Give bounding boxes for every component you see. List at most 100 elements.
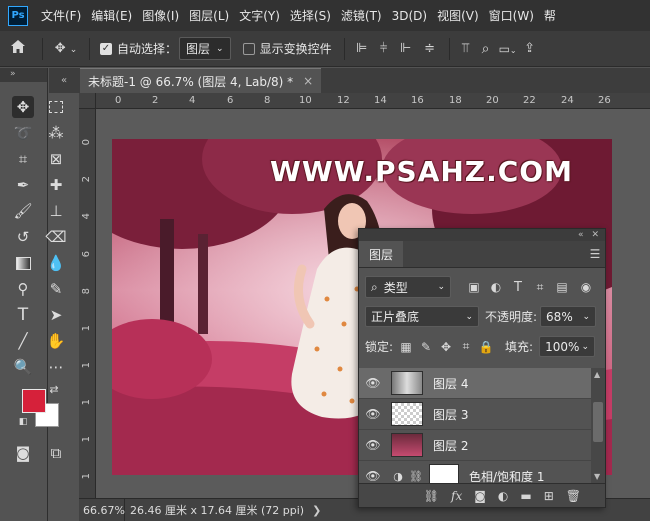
eye-icon[interactable]: 👁 [359, 376, 387, 390]
search-icon[interactable]: ⌕ [476, 41, 496, 57]
zoom-level[interactable]: 66.67% [79, 499, 125, 521]
align-top-icon[interactable]: ⫪ [456, 41, 476, 56]
history-brush-tool-icon[interactable]: ↺ [12, 226, 34, 248]
lock-artboard-icon[interactable]: ⌗ [459, 339, 473, 354]
home-icon[interactable] [0, 39, 36, 58]
filter-smart-object-icon[interactable]: ▤ [555, 280, 569, 294]
panel-menu-icon[interactable]: ☰ [585, 241, 605, 267]
move-tool-preset-icon[interactable]: ✥ ⌄ [49, 41, 83, 56]
type-tool-icon[interactable]: T [12, 304, 34, 326]
fx-icon[interactable]: fx [451, 489, 462, 503]
menu-help[interactable]: 帮 [539, 7, 561, 24]
filter-toggle-icon[interactable]: ◉ [579, 280, 593, 294]
gradient-tool-icon[interactable] [12, 252, 34, 274]
workspace-icon[interactable]: ▭⌄ [496, 42, 520, 56]
delete-layer-icon[interactable]: 🗑 [566, 489, 581, 503]
lock-all-icon[interactable]: 🔒 [479, 340, 494, 354]
chevron-down-icon: ⌄ [465, 311, 473, 322]
foreground-color-swatch[interactable] [22, 389, 46, 413]
screen-mode-icon[interactable]: ⧉ [45, 442, 67, 464]
vertical-ruler[interactable]: 0 2 4 6 8 1 1 1 1 1 [79, 109, 96, 498]
new-group-icon[interactable]: ▬ [520, 489, 531, 503]
menu-window[interactable]: 窗口(W) [484, 7, 539, 24]
menu-3d[interactable]: 3D(D) [387, 9, 432, 23]
scroll-up-icon[interactable]: ▲ [594, 370, 600, 379]
new-layer-icon[interactable]: ⊞ [544, 489, 554, 503]
show-transform-checkbox[interactable] [242, 42, 255, 55]
pen-tool-icon[interactable]: ✎ [45, 278, 67, 300]
menu-type[interactable]: 文字(Y) [234, 7, 285, 24]
status-menu-icon[interactable]: ❯ [312, 504, 321, 517]
move-tool-icon[interactable]: ✥ [12, 96, 34, 118]
lock-position-icon[interactable]: ✥ [439, 340, 453, 354]
eye-icon[interactable]: 👁 [359, 469, 387, 483]
crop-tool-icon[interactable]: ⌗ [12, 148, 34, 170]
auto-select-target-dropdown[interactable]: 图层 ⌄ [179, 37, 231, 60]
menu-file[interactable]: 文件(F) [36, 7, 86, 24]
eye-icon[interactable]: 👁 [359, 438, 387, 452]
horizontal-ruler[interactable]: 0 2 4 6 8 10 12 14 16 18 20 22 24 26 [96, 93, 650, 109]
swap-colors-icon[interactable]: ⇄ [47, 382, 61, 396]
align-center-icon[interactable]: ⫩ [373, 41, 395, 56]
align-middle-icon[interactable]: ≑ [417, 41, 443, 56]
panel-close-icon[interactable]: ✕ [591, 230, 599, 240]
menu-select[interactable]: 选择(S) [285, 7, 336, 24]
tab-layers[interactable]: 图层 [359, 241, 404, 267]
filter-adjustment-icon[interactable]: ◐ [489, 280, 503, 294]
scroll-down-icon[interactable]: ▼ [594, 472, 600, 481]
link-layers-icon[interactable]: ⛓ [424, 489, 439, 503]
blend-mode-dropdown[interactable]: 正片叠底 ⌄ [365, 306, 479, 327]
default-colors-icon[interactable]: ◧ [17, 416, 29, 428]
lasso-tool-icon[interactable]: ➰ [12, 122, 34, 144]
filter-pixel-icon[interactable]: ▣ [467, 280, 481, 294]
filter-type-icon[interactable]: T [511, 280, 525, 295]
auto-select-checkbox[interactable]: ✓ [100, 42, 112, 55]
stamp-tool-icon[interactable]: ⊥ [45, 200, 67, 222]
fill-input[interactable]: 100% ⌄ [539, 336, 596, 357]
menu-layer[interactable]: 图层(L) [184, 7, 234, 24]
add-mask-icon[interactable]: ◙ [474, 489, 486, 503]
lock-transparent-icon[interactable]: ▦ [399, 340, 413, 354]
document-tab-title: 未标题-1 @ 66.7% (图层 4, Lab/8) * [88, 74, 294, 89]
lock-pixels-icon[interactable]: ✎ [419, 340, 433, 354]
path-selection-tool-icon[interactable]: ➤ [45, 304, 67, 326]
zoom-tool-icon[interactable]: 🔍 [12, 356, 34, 378]
layer-row-layer-2[interactable]: 👁 图层 2 [359, 430, 591, 461]
brush-tool-icon[interactable]: 🖌 [12, 200, 34, 222]
align-left-icon[interactable]: ⊫ [351, 41, 373, 56]
panel-collapse-icon[interactable]: « [49, 68, 79, 93]
magic-wand-tool-icon[interactable]: ⁂ [45, 122, 67, 144]
close-icon[interactable]: × [303, 74, 313, 88]
new-adjustment-icon[interactable]: ◐ [498, 489, 508, 503]
scrollbar-thumb[interactable] [593, 402, 603, 442]
opacity-input[interactable]: 68% ⌄ [540, 306, 597, 327]
menu-filter[interactable]: 滤镜(T) [336, 7, 387, 24]
line-tool-icon[interactable]: ╱ [12, 330, 34, 352]
eyedropper-tool-icon[interactable]: ✒ [12, 174, 34, 196]
hand-tool-icon[interactable]: ✋ [45, 330, 67, 352]
layers-scrollbar[interactable]: ▲ ▼ [591, 368, 605, 483]
layer-row-layer-4[interactable]: 👁 图层 4 [359, 368, 591, 399]
frame-tool-icon[interactable]: ⊠ [45, 148, 67, 170]
marquee-tool-icon[interactable] [45, 96, 67, 118]
layer-row-layer-3[interactable]: 👁 图层 3 [359, 399, 591, 430]
share-icon[interactable]: ⇪ [520, 41, 540, 56]
quick-mask-icon[interactable]: ◙ [12, 442, 34, 464]
link-icon[interactable]: ⛓ [409, 470, 423, 483]
menu-image[interactable]: 图像(I) [137, 7, 184, 24]
eraser-tool-icon[interactable]: ⌫ [45, 226, 67, 248]
dodge-tool-icon[interactable]: ⚲ [12, 278, 34, 300]
ruler-tick: 1 [81, 436, 92, 443]
more-tools-icon[interactable]: ⋯ [45, 356, 67, 378]
eye-icon[interactable]: 👁 [359, 407, 387, 421]
filter-type-dropdown[interactable]: ⌕ 类型 ⌄ [365, 276, 451, 298]
filter-shape-icon[interactable]: ⌗ [533, 280, 547, 294]
panel-collapse-icon[interactable]: « [578, 230, 584, 240]
blur-tool-icon[interactable]: 💧 [45, 252, 67, 274]
menu-edit[interactable]: 编辑(E) [86, 7, 137, 24]
document-tab[interactable]: 未标题-1 @ 66.7% (图层 4, Lab/8) * × [80, 68, 322, 93]
healing-brush-tool-icon[interactable]: ✚ [45, 174, 67, 196]
align-right-icon[interactable]: ⊩ [395, 41, 417, 56]
toolbar-collapse-icon[interactable]: » [0, 68, 47, 82]
menu-view[interactable]: 视图(V) [432, 7, 484, 24]
